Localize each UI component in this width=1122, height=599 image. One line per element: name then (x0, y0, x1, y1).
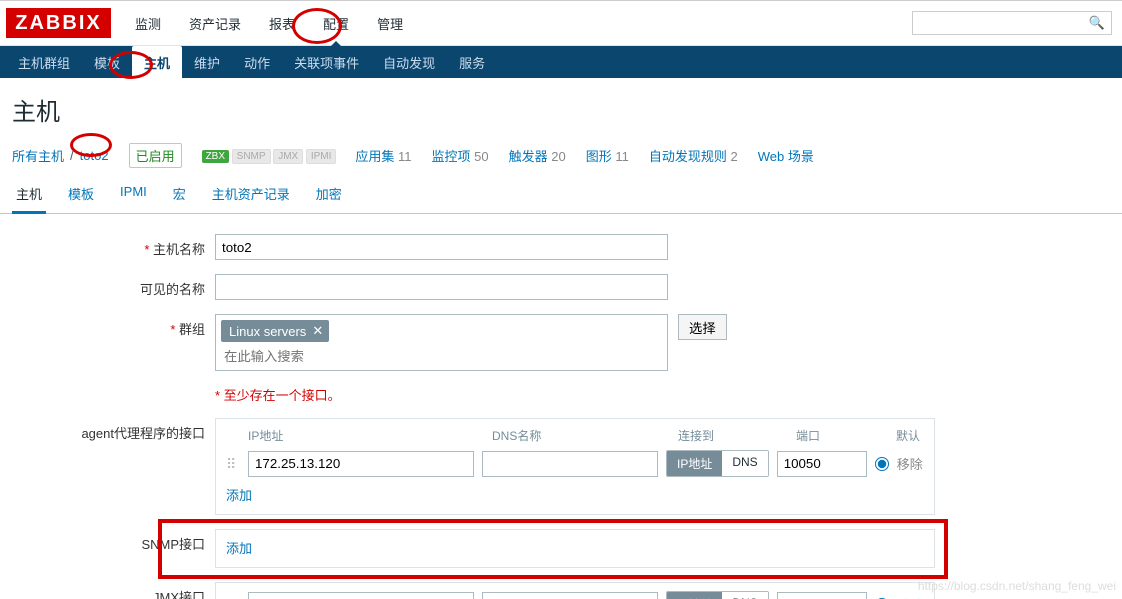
subnav-hostgroups[interactable]: 主机群组 (6, 46, 82, 78)
link-applications[interactable]: 应用集 (355, 149, 394, 164)
formtab-encryption[interactable]: 加密 (312, 178, 346, 213)
pill-ipmi: IPMI (306, 149, 337, 164)
interface-warning: * 至少存在一个接口。 (215, 385, 341, 404)
subnav-hosts[interactable]: 主机 (132, 46, 182, 78)
subnav-templates[interactable]: 模板 (82, 46, 132, 78)
agent-add-link[interactable]: 添加 (226, 485, 252, 504)
agent-port-input[interactable] (777, 451, 867, 477)
jmx-dns-input[interactable] (482, 592, 658, 599)
subnav-discovery[interactable]: 自动发现 (371, 46, 447, 78)
agent-remove-link: 移除 (897, 454, 923, 473)
count-applications: 11 (398, 149, 412, 164)
agent-dns-input[interactable] (482, 451, 658, 477)
pill-snmp: SNMP (232, 149, 271, 164)
link-triggers[interactable]: 触发器 (509, 149, 548, 164)
breadcrumb-host[interactable]: toto2 (80, 148, 109, 163)
agent-label: agent代理程序的接口 (0, 418, 215, 442)
visname-input[interactable] (215, 274, 668, 300)
count-discovery-rules: 2 (731, 149, 738, 164)
pill-zbx: ZBX (202, 150, 229, 163)
topbar: ZABBIX 监测 资产记录 报表 配置 管理 🔍 (0, 1, 1122, 46)
search-input[interactable]: 🔍 (912, 11, 1112, 35)
subnav-correlation[interactable]: 关联项事件 (282, 46, 371, 78)
groups-label: 群组 (0, 314, 215, 338)
remove-tag-icon[interactable]: ✕ (312, 323, 323, 339)
jmx-ip-input[interactable] (248, 592, 474, 599)
groups-multiselect[interactable]: Linux servers ✕ (215, 314, 668, 371)
status-enabled: 已启用 (129, 143, 182, 168)
agent-connect-ip[interactable]: IP地址 (667, 451, 722, 476)
snmp-label: SNMP接口 (0, 529, 215, 553)
col-dns: DNS名称 (492, 427, 678, 444)
search-icon: 🔍 (1089, 15, 1105, 31)
page-title: 主机 (0, 78, 1122, 137)
subnav-services[interactable]: 服务 (447, 46, 497, 78)
jmx-remove-link[interactable]: 移除 (897, 595, 923, 599)
jmx-connect-ip[interactable]: IP地址 (667, 592, 722, 599)
link-items[interactable]: 监控项 (432, 149, 471, 164)
agent-default-radio[interactable] (875, 457, 889, 471)
logo: ZABBIX (6, 8, 111, 38)
link-web[interactable]: Web 场景 (758, 149, 814, 164)
formtab-ipmi[interactable]: IPMI (116, 178, 151, 213)
jmx-port-input[interactable] (777, 592, 867, 599)
formtab-macros[interactable]: 宏 (169, 178, 190, 213)
agent-ip-input[interactable] (248, 451, 474, 477)
subnav-actions[interactable]: 动作 (232, 46, 282, 78)
topnav-configuration[interactable]: 配置 (309, 1, 363, 46)
formtab-templates[interactable]: 模板 (64, 178, 98, 213)
count-graphs: 11 (615, 149, 629, 164)
hostname-input[interactable] (215, 234, 668, 260)
topnav-reports[interactable]: 报表 (255, 1, 309, 46)
jmx-connect-dns[interactable]: DNS (722, 592, 767, 599)
breadcrumb: 所有主机 / toto2 已启用 ZBX SNMP JMX IPMI 应用集 1… (0, 137, 1122, 178)
hostname-label: 主机名称 (0, 234, 215, 258)
col-conn: 连接到 (678, 427, 796, 444)
snmp-add-link[interactable]: 添加 (226, 538, 252, 557)
count-triggers: 20 (551, 149, 565, 164)
agent-connect-dns[interactable]: DNS (722, 451, 767, 476)
groups-search-input[interactable] (218, 345, 418, 368)
breadcrumb-all-hosts[interactable]: 所有主机 (12, 146, 64, 165)
group-tag-linux-servers[interactable]: Linux servers ✕ (221, 320, 329, 342)
agent-connect-toggle[interactable]: IP地址 DNS (666, 450, 769, 477)
breadcrumb-sep: / (70, 148, 74, 163)
col-port: 端口 (796, 427, 896, 444)
group-tag-label: Linux servers (229, 324, 306, 339)
jmx-interface-box: ⠿ IP地址 DNS 移除 添加 (215, 582, 935, 599)
count-items: 50 (474, 149, 488, 164)
formtab-inventory[interactable]: 主机资产记录 (208, 178, 294, 213)
subnav-maintenance[interactable]: 维护 (182, 46, 232, 78)
link-discovery-rules[interactable]: 自动发现规则 (649, 149, 727, 164)
host-form: 主机名称 可见的名称 群组 Linux servers ✕ 选择 (0, 214, 1122, 599)
link-graphs[interactable]: 图形 (586, 149, 612, 164)
visname-label: 可见的名称 (0, 274, 215, 298)
select-groups-button[interactable]: 选择 (678, 314, 727, 340)
jmx-label: JMX接口 (0, 582, 215, 599)
jmx-connect-toggle[interactable]: IP地址 DNS (666, 591, 769, 599)
topnav-monitor[interactable]: 监测 (121, 1, 175, 46)
col-default: 默认 (896, 427, 920, 444)
topnav-inventory[interactable]: 资产记录 (175, 1, 255, 46)
col-ip: IP地址 (248, 427, 492, 444)
subnav: 主机群组 模板 主机 维护 动作 关联项事件 自动发现 服务 (0, 46, 1122, 78)
topnav-admin[interactable]: 管理 (363, 1, 417, 46)
agent-interface-box: IP地址 DNS名称 连接到 端口 默认 ⠿ IP地址 DNS (215, 418, 935, 515)
form-tabs: 主机 模板 IPMI 宏 主机资产记录 加密 (0, 178, 1122, 214)
snmp-interface-box: 添加 (215, 529, 935, 568)
pill-jmx: JMX (273, 149, 303, 164)
drag-handle-icon[interactable]: ⠿ (226, 459, 240, 469)
availability-pills: ZBX SNMP JMX IPMI (202, 147, 336, 164)
formtab-host[interactable]: 主机 (12, 178, 46, 214)
